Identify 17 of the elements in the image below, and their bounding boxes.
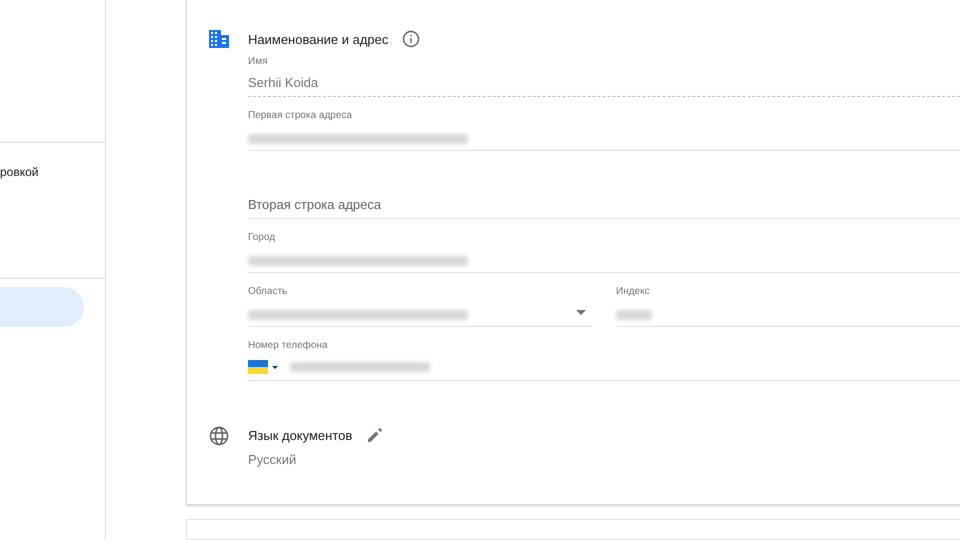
caret-icon <box>272 366 278 368</box>
section-title: Язык документов <box>248 428 352 442</box>
region-select[interactable]: Область <box>248 286 592 327</box>
phone-field[interactable]: Номер телефона <box>248 340 960 381</box>
postal-code-field[interactable]: Индекс <box>616 286 960 327</box>
input-field[interactable]: Вторая строка адреса <box>248 178 960 219</box>
input-field[interactable]: Город <box>248 232 960 273</box>
caret-icon <box>576 310 586 315</box>
language-value: Русский <box>248 452 298 467</box>
pencil-icon[interactable] <box>366 426 384 444</box>
info-icon[interactable] <box>402 30 420 48</box>
globe-icon <box>209 426 229 446</box>
section-title: Наименование и адрес <box>248 32 388 46</box>
flag-icon[interactable] <box>248 360 268 374</box>
building-icon <box>209 30 229 48</box>
input-field[interactable]: Первая строка адреса <box>248 110 960 151</box>
sidebar-item[interactable]: ровкой <box>0 165 38 179</box>
